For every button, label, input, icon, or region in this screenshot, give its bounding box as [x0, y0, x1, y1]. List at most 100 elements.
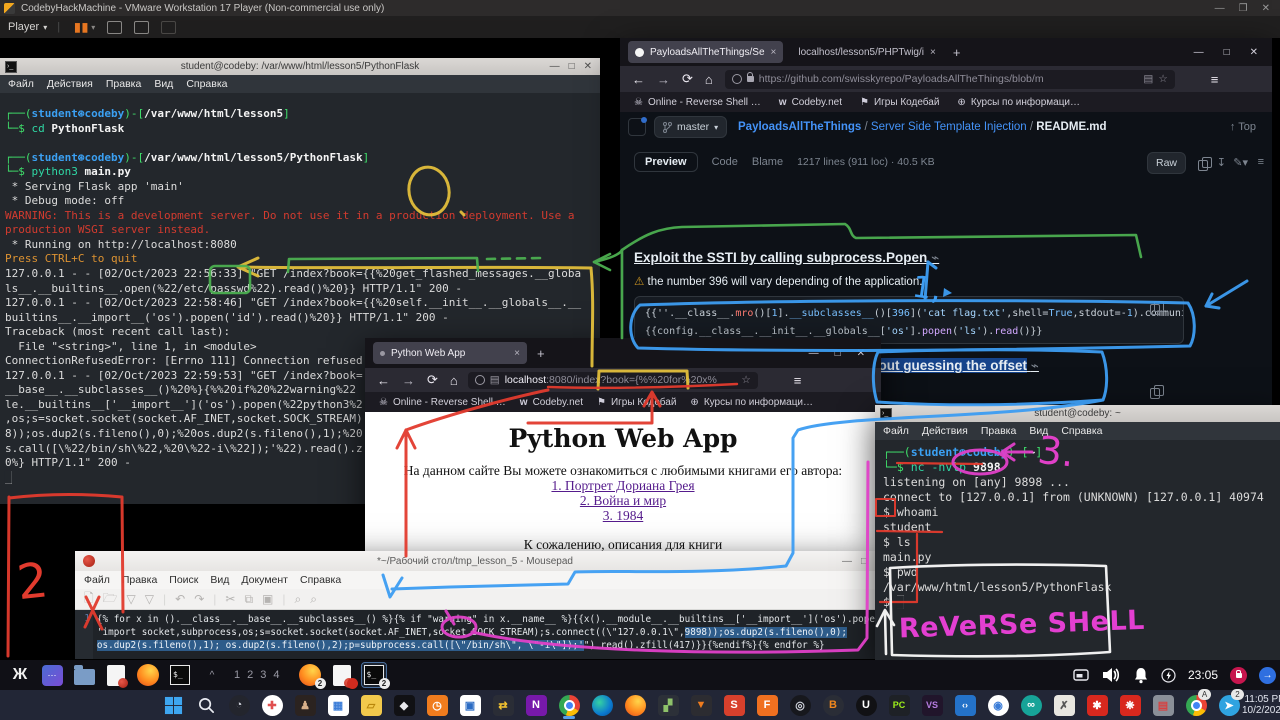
maximize-button[interactable]: □ [569, 61, 575, 72]
editor-text[interactable]: {% for x in ().__class__.__base__.__subc… [93, 610, 875, 659]
copy-icon[interactable]: ⧉ [244, 592, 253, 607]
copy-code-icon[interactable] [1150, 386, 1160, 404]
permissions-icon[interactable] [475, 375, 485, 385]
close-button[interactable]: ✕ [1250, 47, 1258, 58]
app-launcher-icon[interactable]: ⋯ [40, 663, 64, 687]
terminal-launcher-icon[interactable]: $_ [168, 663, 192, 687]
taskbar-icon-sketch[interactable]: ✗ [1051, 692, 1077, 718]
taskbar-icon-gear2[interactable]: ❋ [1117, 692, 1143, 718]
url-bar[interactable]: ▤ localhost:8080/index?book={%%20for%20x… [468, 372, 758, 389]
bookmark-courses[interactable]: ⊕Курсы по информаци… [957, 97, 1080, 108]
back-icon[interactable]: ← [377, 373, 390, 388]
book-link-1984[interactable]: 3. 1984 [365, 508, 881, 523]
raw-button[interactable]: Raw [1147, 152, 1186, 174]
menu-item[interactable]: Вид [154, 78, 173, 90]
minimize-button[interactable]: — [550, 61, 560, 72]
tab-close-icon[interactable]: × [771, 47, 777, 58]
taskbar-icon-explorer[interactable]: ▱ [358, 692, 384, 718]
panel-expand-icon[interactable]: ^ [200, 663, 224, 687]
anchor-link-icon[interactable]: ⌁ [1031, 358, 1039, 373]
minimize-button[interactable]: — [809, 348, 819, 359]
host-clock[interactable]: 11:05 PM 10/2/2023 [1242, 694, 1280, 716]
window-list-icon[interactable] [1073, 669, 1089, 681]
search-icon[interactable]: ⌕ [295, 592, 302, 607]
player-dropdown-icon[interactable]: ▾ [43, 23, 47, 32]
menu-item[interactable]: Справка [186, 78, 227, 90]
open-file-icon[interactable]: 🗁 [103, 589, 118, 610]
menu-item[interactable]: Правка [122, 574, 157, 586]
power-manager-icon[interactable] [1161, 668, 1176, 683]
menu-item[interactable]: Действия [922, 425, 968, 437]
new-tab-button[interactable]: + [537, 346, 545, 361]
menu-item[interactable]: 2 [247, 669, 253, 681]
tab-code[interactable]: Code [712, 156, 738, 168]
terminal-output[interactable]: ┌──(student⊛codeby)-[~]└─$ nc -nvlp 9898… [875, 440, 1280, 666]
tab-close-icon[interactable]: × [514, 348, 520, 359]
paste-icon[interactable]: ▣ [262, 592, 273, 606]
reload-icon[interactable]: ⟳ [427, 372, 438, 388]
taskbar-icon-virtualbox[interactable]: ▣ [457, 692, 483, 718]
taskbar-icon-gauge[interactable]: ◔ [226, 692, 252, 718]
taskbar-icon-firefox[interactable] [622, 692, 648, 718]
taskbar-icon-calendar[interactable]: ▦ [325, 692, 351, 718]
screen-lock-icon[interactable] [1230, 667, 1247, 684]
anchor-link-icon[interactable]: ⌁ [931, 250, 939, 265]
taskbar-icon-edge[interactable] [589, 692, 615, 718]
menu-item[interactable]: 1 [234, 669, 240, 681]
menu-item[interactable]: Файл [883, 425, 909, 437]
taskbar-icon-maps[interactable]: ◉ [985, 692, 1011, 718]
taskbar-icon-vscode[interactable]: ‹› [952, 692, 978, 718]
menu-item[interactable]: Вид [210, 574, 229, 586]
taskbar-icon-onenote[interactable]: N [523, 692, 549, 718]
bookmark-online-reverse-shell[interactable]: ☠Online - Reverse Shell … [379, 397, 506, 408]
back-icon[interactable]: ← [632, 72, 645, 87]
book-link-war-and-peace[interactable]: 2. Война и мир [365, 493, 881, 508]
notifications-bell-icon[interactable] [1133, 667, 1149, 684]
home-icon[interactable]: ⌂ [705, 72, 713, 87]
outline-icon[interactable]: ≡ [1258, 156, 1264, 168]
taskbar-icon-unreal[interactable]: U [853, 692, 879, 718]
taskbar-icon-telegram[interactable]: ➤2 [1216, 692, 1242, 718]
pause-vm-icon[interactable]: ▮▮ [74, 20, 89, 34]
cut-icon[interactable]: ✂ [225, 592, 235, 606]
copy-code-icon[interactable] [1150, 302, 1160, 320]
menu-item[interactable]: Правка [106, 78, 141, 90]
bookmark-codeby-net[interactable]: wCodeby.net [520, 397, 583, 408]
code-block-subprocess[interactable]: {{''.__class__.mro()[1].__subclasses__()… [634, 296, 1184, 344]
file-manager-icon[interactable] [72, 663, 96, 687]
applications-menu-icon[interactable]: Ж [8, 663, 32, 687]
firefox-launcher-icon[interactable] [136, 663, 160, 687]
pause-dropdown-icon[interactable]: ▾ [91, 23, 95, 32]
bookmark-star-icon[interactable]: ☆ [1158, 73, 1167, 85]
fullscreen-icon[interactable] [134, 21, 149, 34]
bookmark-courses[interactable]: ⊕Курсы по информаци… [690, 397, 813, 408]
vmware-minimize-button[interactable]: — [1215, 3, 1225, 14]
new-file-icon[interactable]: 🗋 [84, 589, 94, 610]
volume-icon[interactable] [1101, 666, 1121, 684]
menu-item[interactable]: Документ [241, 574, 288, 586]
permissions-icon[interactable] [732, 74, 742, 84]
menu-item[interactable]: 3 [260, 669, 266, 681]
taskbar-icon-clock-app[interactable]: ◷ [424, 692, 450, 718]
menu-item[interactable]: Справка [1061, 425, 1102, 437]
taskbar-icon-gear1[interactable]: ✱ [1084, 692, 1110, 718]
tab-close-icon[interactable]: × [930, 47, 936, 58]
copy-raw-icon[interactable] [1198, 158, 1208, 176]
back-to-top-link[interactable]: ↑ Top [1230, 121, 1256, 133]
bookmark-codeby-net[interactable]: wCodeby.net [779, 97, 842, 108]
menu-item[interactable]: Файл [8, 78, 34, 90]
taskbar-icon-photos[interactable]: ▞ [655, 692, 681, 718]
maximize-button[interactable]: □ [861, 556, 867, 567]
taskbar-icon-visual-studio[interactable]: VS [919, 692, 945, 718]
breadcrumb-dir[interactable]: Server Side Template Injection [871, 121, 1027, 133]
bookmark-online-reverse-shell[interactable]: ☠Online - Reverse Shell … [634, 97, 761, 108]
taskbar-icon-arrows[interactable]: ⇄ [490, 692, 516, 718]
menu-item[interactable]: Справка [300, 574, 341, 586]
taskbar-icon-chrome[interactable] [556, 692, 582, 718]
taskbar-icon-obsidian[interactable]: ◆ [391, 692, 417, 718]
menu-icon[interactable]: ≡ [1211, 72, 1219, 87]
bookmark-star-icon[interactable]: ☆ [741, 374, 750, 386]
taskbar-icon-opera[interactable]: ◎ [787, 692, 813, 718]
menu-item[interactable]: Действия [47, 78, 93, 90]
book-link-dorian-gray[interactable]: 1. Портрет Дориана Грея [365, 478, 881, 493]
